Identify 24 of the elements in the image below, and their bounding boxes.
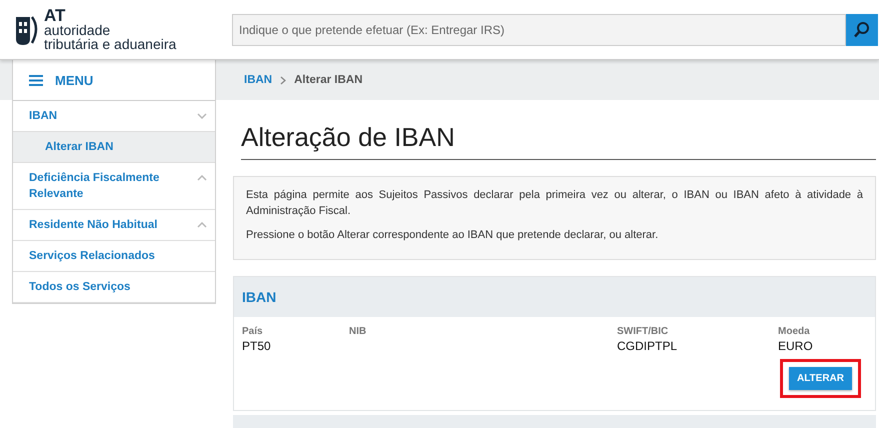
menu-item[interactable]: Deficiência Fiscalmente Relevante bbox=[13, 163, 215, 209]
breadcrumb-current: Alterar IBAN bbox=[294, 74, 363, 86]
menu-item[interactable]: Residente Não Habitual bbox=[13, 210, 215, 240]
page-title: Alteração de IBAN bbox=[241, 122, 876, 160]
logo-abbreviation: AT bbox=[44, 8, 66, 23]
info-paragraph: Esta página permite aos Sujeitos Passivos declarar pela primeira vez ou alterar, o IBAN ou IBAN afeto à atividade à Administração Fiscal. bbox=[246, 188, 863, 219]
field-value: EURO bbox=[778, 339, 814, 353]
field-value: CGDIPTPL bbox=[617, 339, 678, 353]
menu-title[interactable]: MENU bbox=[55, 72, 94, 88]
logo-text: autoridade bbox=[44, 23, 112, 37]
field-label: NIB bbox=[349, 326, 368, 337]
logo-text: tributária e aduaneira bbox=[44, 37, 176, 51]
menu-item[interactable]: Todos os Serviços bbox=[13, 272, 215, 303]
submenu-item[interactable]: Alterar IBAN bbox=[13, 132, 215, 162]
field-label: Moeda bbox=[778, 326, 811, 337]
breadcrumb-link[interactable]: IBAN bbox=[244, 74, 272, 86]
search-field[interactable]: Indique o que pretende efetuar (Ex: Entregar IRS) bbox=[232, 14, 846, 46]
info-paragraph: Pressione o botão Alterar correspondente ao IBAN que pretende declarar, ou alterar. bbox=[246, 228, 660, 243]
card-title: IBAN bbox=[242, 289, 276, 305]
field-value: PT50 bbox=[242, 339, 272, 353]
field-label: País bbox=[242, 326, 264, 337]
menu-item[interactable]: Serviços Relacionados bbox=[13, 241, 215, 272]
alterar-button[interactable]: ALTERAR bbox=[788, 367, 852, 390]
field-label: SWIFT/BIC bbox=[617, 326, 670, 337]
